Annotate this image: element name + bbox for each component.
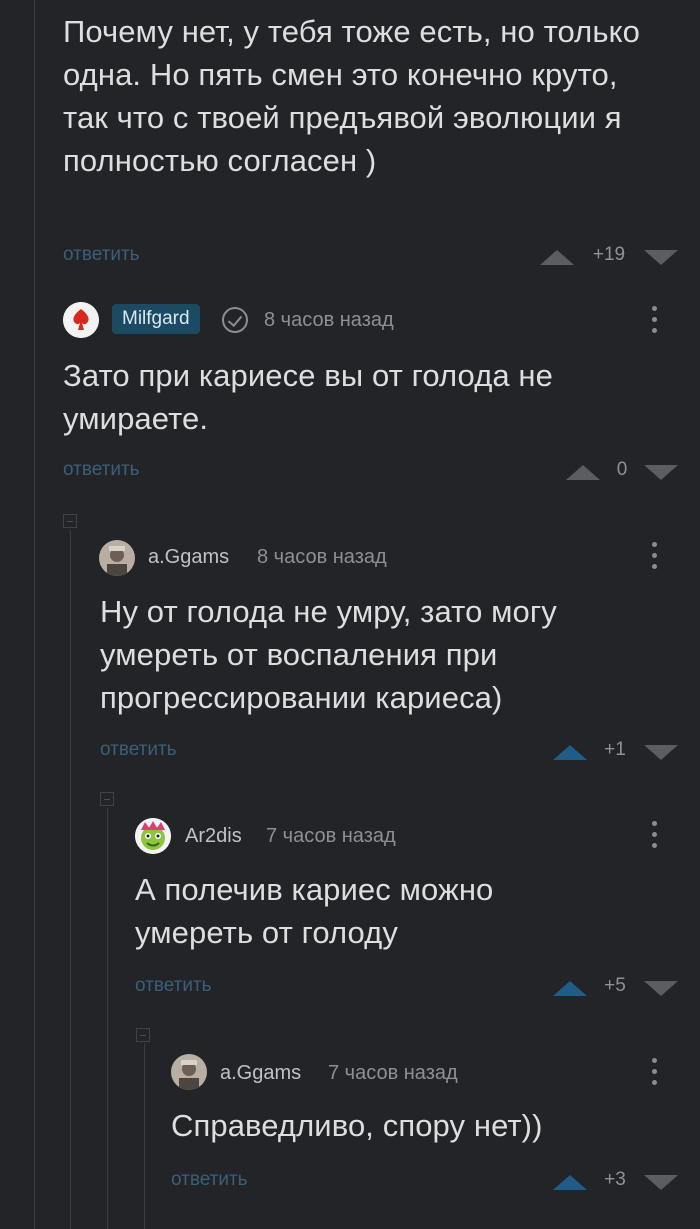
thread-line-4 — [144, 1043, 145, 1229]
collapse-icon[interactable] — [100, 792, 114, 806]
reply-button[interactable]: ответить — [135, 975, 212, 997]
comment-score: +3 — [604, 1169, 626, 1190]
menu-dots-icon[interactable] — [652, 306, 658, 336]
collapse-icon[interactable] — [63, 514, 77, 528]
comment-time: 8 часов назад — [264, 309, 394, 331]
thread-line-3 — [107, 808, 108, 1229]
comment-score: 0 — [616, 459, 628, 480]
comment-score: +5 — [604, 975, 626, 996]
reply-button[interactable]: ответить — [63, 244, 140, 266]
comment-text: Почему нет, у тебя тоже есть, но только … — [63, 14, 640, 178]
reply-button[interactable]: ответить — [171, 1169, 248, 1191]
author-name[interactable]: a.Ggams — [220, 1062, 301, 1085]
upvote-icon[interactable] — [540, 250, 574, 265]
menu-dots-icon[interactable] — [652, 542, 658, 572]
menu-dots-icon[interactable] — [652, 821, 658, 851]
upvote-icon[interactable] — [566, 465, 600, 480]
downvote-icon[interactable] — [644, 250, 678, 265]
downvote-icon[interactable] — [644, 745, 678, 760]
author-name[interactable]: Ar2dis — [185, 825, 242, 848]
comment-text: Справедливо, спору нет)) — [171, 1108, 543, 1143]
downvote-icon[interactable] — [644, 465, 678, 480]
comment-score: +19 — [592, 244, 626, 265]
upvote-icon[interactable] — [553, 745, 587, 760]
user-avatar-icon[interactable] — [99, 540, 135, 576]
downvote-icon[interactable] — [644, 1175, 678, 1190]
menu-dots-icon[interactable] — [652, 1058, 658, 1088]
collapse-icon[interactable] — [136, 1028, 150, 1042]
downvote-icon[interactable] — [644, 981, 678, 996]
reply-button[interactable]: ответить — [100, 739, 177, 761]
user-avatar-icon[interactable] — [171, 1054, 207, 1090]
thread-line-1 — [34, 0, 35, 1229]
reply-button[interactable]: ответить — [63, 459, 140, 481]
author-name[interactable]: a.Ggams — [148, 546, 229, 569]
comment-time: 7 часов назад — [266, 825, 396, 847]
upvote-icon[interactable] — [553, 981, 587, 996]
comment-time: 8 часов назад — [257, 546, 387, 568]
comment-time: 7 часов назад — [328, 1062, 458, 1084]
thread-line-2 — [70, 530, 71, 1229]
user-avatar-icon[interactable] — [135, 818, 171, 854]
verified-check-icon — [222, 307, 248, 333]
comment-text: А полечив кариес можно умереть от голоду — [135, 872, 494, 950]
author-name[interactable]: Milfgard — [112, 304, 200, 334]
upvote-icon[interactable] — [553, 1175, 587, 1190]
comment-text: Ну от голода не умру, зато могу умереть … — [100, 594, 557, 715]
milfgard-avatar-icon[interactable] — [63, 302, 99, 338]
comment-text: Зато при кариесе вы от голода не умирает… — [63, 358, 553, 436]
comment-score: +1 — [604, 739, 626, 760]
